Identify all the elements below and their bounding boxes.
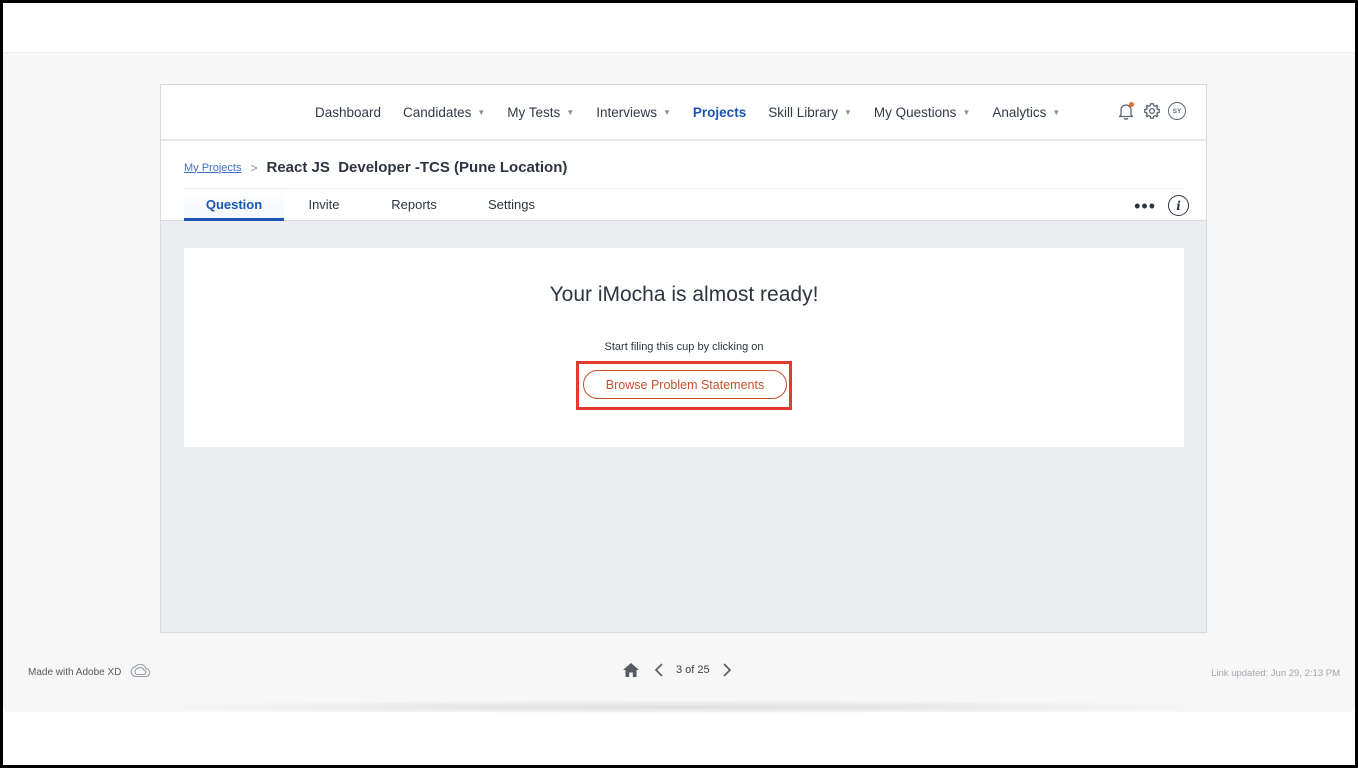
avatar[interactable]: SY <box>1168 102 1186 120</box>
gear-icon[interactable] <box>1142 101 1162 121</box>
nav-item-dashboard[interactable]: Dashboard <box>315 105 381 120</box>
home-icon[interactable] <box>622 662 640 678</box>
empty-state-subtext: Start filing this cup by clicking on <box>604 341 764 353</box>
nav-item-label: Candidates <box>403 105 472 120</box>
top-navigation: Dashboard Candidates ▼ My Tests ▼ Intervie… <box>161 85 1206 140</box>
nav-item-my-questions[interactable]: My Questions ▼ <box>874 105 970 120</box>
caret-down-icon: ▼ <box>1052 108 1061 117</box>
nav-item-label: Analytics <box>992 105 1047 120</box>
nav-item-analytics[interactable]: Analytics ▼ <box>992 105 1060 120</box>
page-title: React JS Developer -TCS (Pune Location) <box>266 159 568 176</box>
tab-settings[interactable]: Settings <box>464 189 559 221</box>
notification-dot <box>1129 102 1134 107</box>
creative-cloud-icon <box>129 663 151 681</box>
empty-state-heading: Your iMocha is almost ready! <box>549 283 819 306</box>
nav-item-candidates[interactable]: Candidates ▼ <box>403 105 485 120</box>
nav-item-label: My Questions <box>873 105 957 120</box>
project-header: My Projects > React JS Developer -TCS (P… <box>161 141 1206 221</box>
tab-question[interactable]: Question <box>184 189 284 221</box>
nav-item-my-tests[interactable]: My Tests ▼ <box>507 105 574 120</box>
stage-shadow <box>120 700 1240 714</box>
made-with-adobe-xd: Made with Adobe XD <box>28 663 151 681</box>
more-options-icon[interactable]: ••• <box>1134 197 1156 215</box>
bell-icon[interactable] <box>1116 101 1136 121</box>
nav-item-label: Interviews <box>596 105 657 120</box>
caret-down-icon: ▼ <box>566 108 575 117</box>
nav-item-skill-library[interactable]: Skill Library ▼ <box>768 105 852 120</box>
nav-icons: SY <box>1110 101 1186 121</box>
breadcrumb-separator: > <box>250 160 258 175</box>
nav-menu: Dashboard Candidates ▼ My Tests ▼ Intervie… <box>315 85 1082 140</box>
nav-item-label: Skill Library <box>768 105 838 120</box>
stage-top-divider <box>3 52 1355 53</box>
caret-down-icon: ▼ <box>663 108 671 117</box>
tab-bar: Question Invite Reports Settings <box>184 189 559 221</box>
caret-down-icon: ▼ <box>962 108 971 117</box>
link-updated-timestamp: Link updated: Jun 29, 2:13 PM <box>1211 668 1340 679</box>
nav-item-projects[interactable]: Projects <box>693 105 746 120</box>
breadcrumb: My Projects > React JS Developer -TCS (P… <box>184 159 567 176</box>
nav-item-label: Projects <box>692 105 747 120</box>
artboard: Dashboard Candidates ▼ My Tests ▼ Intervie… <box>160 84 1207 633</box>
nav-item-label: My Tests <box>507 105 561 120</box>
nav-item-interviews[interactable]: Interviews ▼ <box>596 105 671 120</box>
page-indicator: 3 of 25 <box>676 664 710 676</box>
tab-actions: ••• i <box>1134 195 1189 216</box>
breadcrumb-my-projects-link[interactable]: My Projects <box>184 162 241 174</box>
browse-problem-statements-button[interactable]: Browse Problem Statements <box>583 370 787 399</box>
previous-screen-icon[interactable] <box>654 662 664 678</box>
empty-state-card: Your iMocha is almost ready! Start filin… <box>184 248 1184 447</box>
prototype-navigation: 3 of 25 <box>622 662 732 678</box>
nav-item-label: Dashboard <box>315 105 382 120</box>
tab-invite[interactable]: Invite <box>284 189 364 221</box>
caret-down-icon: ▼ <box>477 108 486 117</box>
made-with-label: Made with Adobe XD <box>28 667 122 678</box>
next-screen-icon[interactable] <box>722 662 732 678</box>
highlight-box: Browse Problem Statements <box>576 361 792 410</box>
caret-down-icon: ▼ <box>843 108 852 117</box>
info-icon[interactable]: i <box>1168 195 1189 216</box>
tab-reports[interactable]: Reports <box>364 189 464 221</box>
